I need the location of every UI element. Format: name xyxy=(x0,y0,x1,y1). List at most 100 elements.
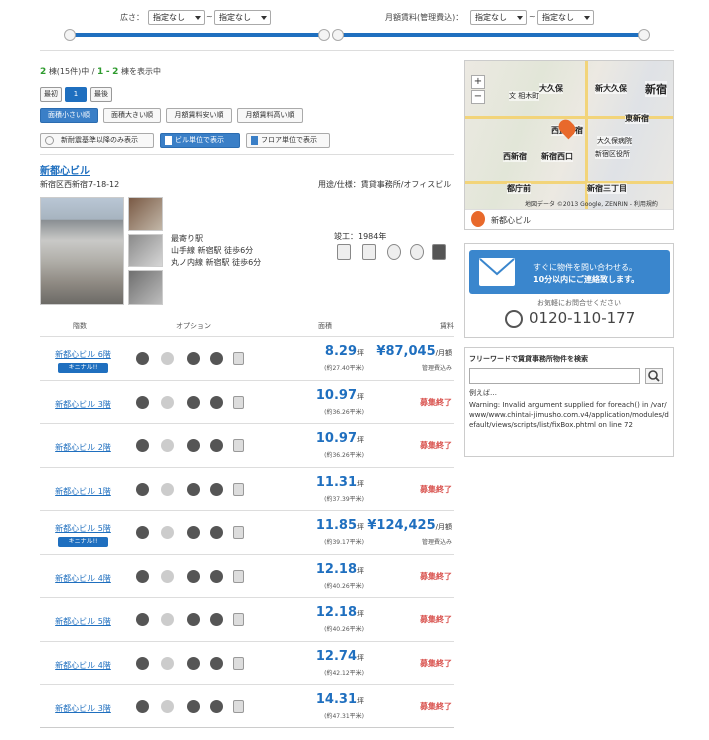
door-option-icon xyxy=(233,700,244,713)
unit-area-sqm: (約42.12平米) xyxy=(324,669,364,677)
sort-rent-desc-button[interactable]: 月額賃料高い順 xyxy=(237,108,303,123)
unit-area: 11.31坪 xyxy=(315,474,364,490)
access-line-1: 山手線 新宿駅 徒歩6分 xyxy=(171,246,254,255)
area-max-select[interactable]: 指定なし xyxy=(214,10,271,25)
clock-icon xyxy=(387,244,401,260)
map-label: 新大久保 xyxy=(595,83,627,94)
search-button[interactable] xyxy=(645,368,663,384)
divider xyxy=(40,154,454,155)
view-by-floor-button[interactable]: フロア単位で表示 xyxy=(246,133,330,148)
table-row[interactable]: 新都心ビル 5階 キニナル!! 11.85坪 (約39.17平米) ¥124,425/月… xyxy=(40,510,454,553)
map-label: 西新宿 xyxy=(503,151,527,162)
map-label: 大久保 xyxy=(539,83,563,94)
map-label: 文 相木町 xyxy=(509,91,540,101)
area-slider-min-handle[interactable] xyxy=(64,29,76,41)
table-row[interactable]: 新都心ビル 5階 12.18坪 (約40.26平米) 募集終了 xyxy=(40,597,454,640)
zoom-in-button[interactable]: + xyxy=(471,75,485,89)
unit-rent: ¥124,425/月額 xyxy=(367,518,452,533)
col-rent-header: 賃料 xyxy=(440,322,454,330)
inquiry-button[interactable]: すぐに物件を問い合わせる。 10分以内にご連絡致します。 xyxy=(469,250,670,294)
table-row[interactable]: 新都心ビル 2階 10.97坪 (約36.26平米) 募集終了 xyxy=(40,423,454,466)
zoom-out-button[interactable]: − xyxy=(471,90,485,104)
check-circle-icon xyxy=(45,136,54,145)
unit-area-sqm: (約40.26平米) xyxy=(324,626,364,633)
elevator-option-icon xyxy=(187,569,200,583)
door-option-icon xyxy=(233,395,244,409)
rent-slider-track[interactable] xyxy=(338,33,644,37)
freeword-search-box: フリーワードで賃貸事務所物件を検索 例えば… Warning: Invalid … xyxy=(464,347,674,457)
inquiry-line-2: 10分以内にご連絡致します。 xyxy=(533,275,640,284)
kininaru-badge[interactable]: キニナル!! xyxy=(58,363,108,373)
rent-max-select[interactable]: 指定なし xyxy=(537,10,594,25)
col-options-header: オプション xyxy=(176,322,211,330)
aircon-option-icon xyxy=(210,613,223,626)
map-widget[interactable]: + − 大久保 新大久保 新宿 東新宿 西武新宿 大久保病院 西新宿 新宿西口 … xyxy=(464,60,674,230)
unit-name-link[interactable]: 新都心ビル 2階 xyxy=(51,442,115,453)
building-thumbnail-2[interactable] xyxy=(128,234,163,267)
unit-name-link[interactable]: 新都心ビル 4階 xyxy=(51,660,115,671)
map-label: 大久保病院 xyxy=(597,136,632,146)
aircon-option-icon xyxy=(210,526,223,539)
table-row[interactable]: 新都心ビル 4階 12.18坪 (約40.26平米) 募集終了 xyxy=(40,553,454,597)
unit-name-link[interactable]: 新都心ビル 3階 xyxy=(51,703,115,714)
phone-number[interactable]: 0120-110-177 xyxy=(529,309,635,327)
new-seismic-filter-button[interactable]: 新耐震基準以降のみ表示 xyxy=(40,133,154,148)
rent-slider-max-handle[interactable] xyxy=(638,29,650,41)
view-by-building-button[interactable]: ビル単位で表示 xyxy=(160,133,240,148)
unit-area-sqm: (約47.31平米) xyxy=(324,713,364,720)
station-label: 最寄り駅 xyxy=(171,234,203,243)
rent-min-select[interactable]: 指定なし xyxy=(470,10,527,25)
heart-option-icon xyxy=(136,395,149,409)
freeword-search-input[interactable] xyxy=(469,368,640,384)
unit-name-link[interactable]: 新都心ビル 5階 xyxy=(51,616,115,627)
pager-first-button[interactable]: 最初 xyxy=(40,87,62,102)
unit-area-sqm: (約36.26平米) xyxy=(324,408,364,416)
inquiry-line-1: すぐに物件を問い合わせる。 xyxy=(533,263,637,272)
table-row[interactable]: 新都心ビル 4階 12.74坪 (約42.12平米) 募集終了 xyxy=(40,640,454,684)
area-filter-label: 広さ： xyxy=(120,13,144,22)
search-icon xyxy=(648,370,660,382)
unit-name-link[interactable]: 新都心ビル 1階 xyxy=(51,486,115,497)
unit-area-sqm: (約40.26平米) xyxy=(324,582,364,590)
sort-area-asc-button[interactable]: 面積小さい順 xyxy=(40,108,98,123)
pager-page-1[interactable]: 1 xyxy=(65,87,87,102)
aircon-option-icon xyxy=(210,569,223,583)
table-row[interactable]: 新都心ビル 3階 10.97坪 (約36.26平米) 募集終了 xyxy=(40,379,454,423)
map-label: 新宿三丁目 xyxy=(587,183,627,194)
col-area-header: 面積 xyxy=(318,322,332,330)
table-row[interactable]: 新都心ビル 3階 14.31坪 (約47.31平米) 募集終了 xyxy=(40,684,454,727)
kininaru-badge[interactable]: キニナル!! xyxy=(58,537,108,547)
unit-area: 12.18坪 xyxy=(315,605,364,620)
map-label: 新宿 xyxy=(645,81,667,97)
building-thumbnail-1[interactable] xyxy=(128,197,163,231)
table-row[interactable]: 新都心ビル 1階 11.31坪 (約37.39平米) 募集終了 xyxy=(40,466,454,510)
tilde: ~ xyxy=(206,12,213,21)
building-name-link[interactable]: 新都心ビル xyxy=(40,162,90,177)
building-thumbnail-3[interactable] xyxy=(128,270,163,305)
building-usage: 用途/仕様：賃貸事務所/オフィスビル xyxy=(318,180,452,189)
building-photo[interactable] xyxy=(40,197,124,305)
contact-note: お気軽にお問合せください xyxy=(537,299,621,307)
pager-last-button[interactable]: 最後 xyxy=(90,87,112,102)
area-slider-track[interactable] xyxy=(70,33,324,37)
unit-name-link[interactable]: 新都心ビル 4階 xyxy=(51,573,115,584)
result-count: 2 棟(15件)中 / 1 - 2 棟を表示中 xyxy=(40,67,161,77)
sort-area-desc-button[interactable]: 面積大きい順 xyxy=(103,108,161,123)
unit-name-link[interactable]: 新都心ビル 3階 xyxy=(51,399,115,410)
sort-rent-asc-button[interactable]: 月額賃料安い順 xyxy=(166,108,232,123)
rent-slider-min-handle[interactable] xyxy=(332,29,344,41)
search-example: 例えば… xyxy=(469,389,497,397)
unit-name-link[interactable]: 新都心ビル 6階 xyxy=(51,349,115,360)
elevator-option-icon xyxy=(187,700,200,713)
door-option-icon xyxy=(233,569,244,583)
heart-option-icon xyxy=(136,439,149,452)
phone-icon xyxy=(432,244,446,260)
status-badge: 募集終了 xyxy=(420,615,452,624)
area-min-select[interactable]: 指定なし xyxy=(148,10,205,25)
building-address: 新宿区西新宿7-18-12 xyxy=(40,180,120,189)
parking-icon xyxy=(337,244,351,260)
unit-name-link[interactable]: 新都心ビル 5階 xyxy=(51,523,115,534)
area-slider-max-handle[interactable] xyxy=(318,29,330,41)
table-row[interactable]: 新都心ビル 6階 キニナル!! 8.29坪 (約27.40平米) ¥87,045/月額管… xyxy=(40,336,454,379)
elevator-icon xyxy=(362,244,376,260)
